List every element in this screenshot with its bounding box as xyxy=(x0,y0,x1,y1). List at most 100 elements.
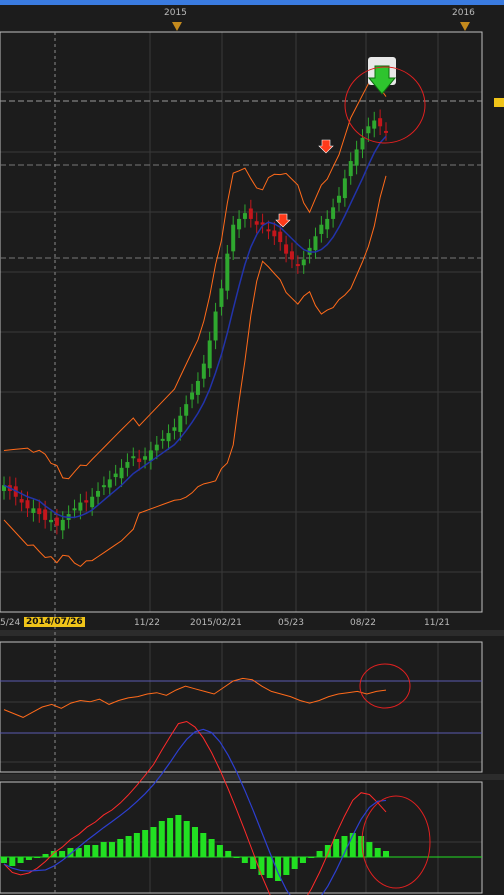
macd-histogram-bar xyxy=(59,851,66,857)
axis-tick xyxy=(483,309,503,317)
macd-histogram-bar xyxy=(316,851,323,857)
macd-histogram-bar xyxy=(42,854,49,857)
macd-histogram-bar xyxy=(142,830,149,857)
date-label-highlighted: 2014/07/26 xyxy=(24,617,85,627)
axis-tick xyxy=(483,488,503,496)
moving-average-line xyxy=(3,135,387,519)
macd-histogram-bar xyxy=(100,842,107,857)
macd-line xyxy=(3,720,387,895)
candle-down xyxy=(272,230,277,237)
date-label: 11/22 xyxy=(134,618,160,628)
candle-up xyxy=(231,224,236,252)
macd-histogram-bar xyxy=(150,827,157,857)
macd-histogram-bar xyxy=(108,842,115,857)
axis-tick xyxy=(483,249,503,257)
candle-up xyxy=(336,195,341,203)
candle-down xyxy=(384,130,388,133)
candle-down xyxy=(278,231,283,243)
candle-up xyxy=(213,311,218,341)
candle-up xyxy=(172,427,177,431)
candle-up xyxy=(348,161,353,177)
candle-up xyxy=(154,444,159,451)
candle-up xyxy=(219,288,224,307)
candle-up xyxy=(101,485,106,488)
candle-up xyxy=(354,149,359,166)
candle-down xyxy=(289,251,294,260)
candle-up xyxy=(313,236,318,251)
candle-down xyxy=(266,229,271,232)
macd-histogram-bar xyxy=(167,818,174,857)
macd-histogram-bar xyxy=(216,845,223,857)
candle-up xyxy=(360,137,365,150)
candle-up xyxy=(237,218,242,230)
macd-histogram-bar xyxy=(192,827,198,857)
axis-tick xyxy=(483,428,503,436)
macd-histogram-bar xyxy=(9,857,16,866)
panel-divider xyxy=(0,774,504,780)
candle-down xyxy=(254,221,259,225)
candle-up xyxy=(90,496,95,508)
down-arrow-icon xyxy=(275,213,291,228)
candle-up xyxy=(325,218,330,230)
candle-up xyxy=(78,502,83,511)
candle-up xyxy=(301,259,306,266)
candle-up xyxy=(201,363,206,379)
axis-tick xyxy=(483,189,503,197)
oscillator-line xyxy=(3,677,387,718)
candle-up xyxy=(49,519,54,523)
candle-up xyxy=(31,508,36,513)
macd-histogram-bar xyxy=(92,845,99,857)
macd-histogram-bar xyxy=(84,845,91,857)
candle-up xyxy=(119,467,124,479)
date-label: 11/21 xyxy=(424,618,450,628)
candle-up xyxy=(166,433,171,442)
macd-histogram-bar xyxy=(333,839,340,857)
macd-histogram-bar xyxy=(266,857,273,878)
down-arrow-icon xyxy=(318,139,334,154)
candle-down xyxy=(137,458,142,463)
candle-down xyxy=(19,499,24,503)
candle-down xyxy=(248,208,253,219)
macd-histogram-bar xyxy=(291,857,298,869)
panel-frame xyxy=(0,781,483,894)
candle-down xyxy=(54,517,59,526)
candle-up xyxy=(319,224,324,234)
macd-histogram-bar xyxy=(158,821,165,857)
candle-up xyxy=(225,253,230,291)
date-label: 5/24 xyxy=(0,618,21,628)
macd-histogram-bar xyxy=(1,857,7,863)
candle-up xyxy=(190,392,195,400)
macd-histogram-bar xyxy=(117,839,124,857)
signal-line xyxy=(3,728,387,895)
candle-up xyxy=(195,380,200,395)
axis-tick xyxy=(483,128,503,136)
candle-up xyxy=(107,479,112,488)
candle-down xyxy=(84,500,89,503)
macd-histogram-bar xyxy=(258,857,265,875)
macd-histogram-bar xyxy=(225,851,232,857)
macd-histogram-bar xyxy=(374,848,381,857)
macd-histogram-bar xyxy=(183,821,190,857)
panel-frame xyxy=(0,641,483,773)
bollinger-lower-line xyxy=(3,175,387,567)
candle-down xyxy=(378,118,383,127)
axis-tick xyxy=(483,548,503,556)
candle-up xyxy=(207,340,212,369)
candle-down xyxy=(43,509,48,520)
candle-up xyxy=(96,490,101,497)
stock-chart[interactable] xyxy=(0,0,504,895)
candle-up xyxy=(178,415,183,432)
annotation-circle xyxy=(359,663,411,709)
macd-histogram-bar xyxy=(366,842,373,857)
macd-histogram-bar xyxy=(299,857,306,863)
macd-histogram-bar xyxy=(200,833,207,857)
price-tag xyxy=(494,98,504,107)
candle-up xyxy=(143,456,148,460)
macd-histogram-bar xyxy=(308,857,315,858)
year-marker-2016 xyxy=(460,22,470,31)
axis-tick xyxy=(483,70,503,78)
candle-down xyxy=(295,264,300,267)
macd-histogram-bar xyxy=(324,845,331,857)
axis-tick xyxy=(483,369,503,377)
macd-histogram-bar xyxy=(17,857,24,863)
